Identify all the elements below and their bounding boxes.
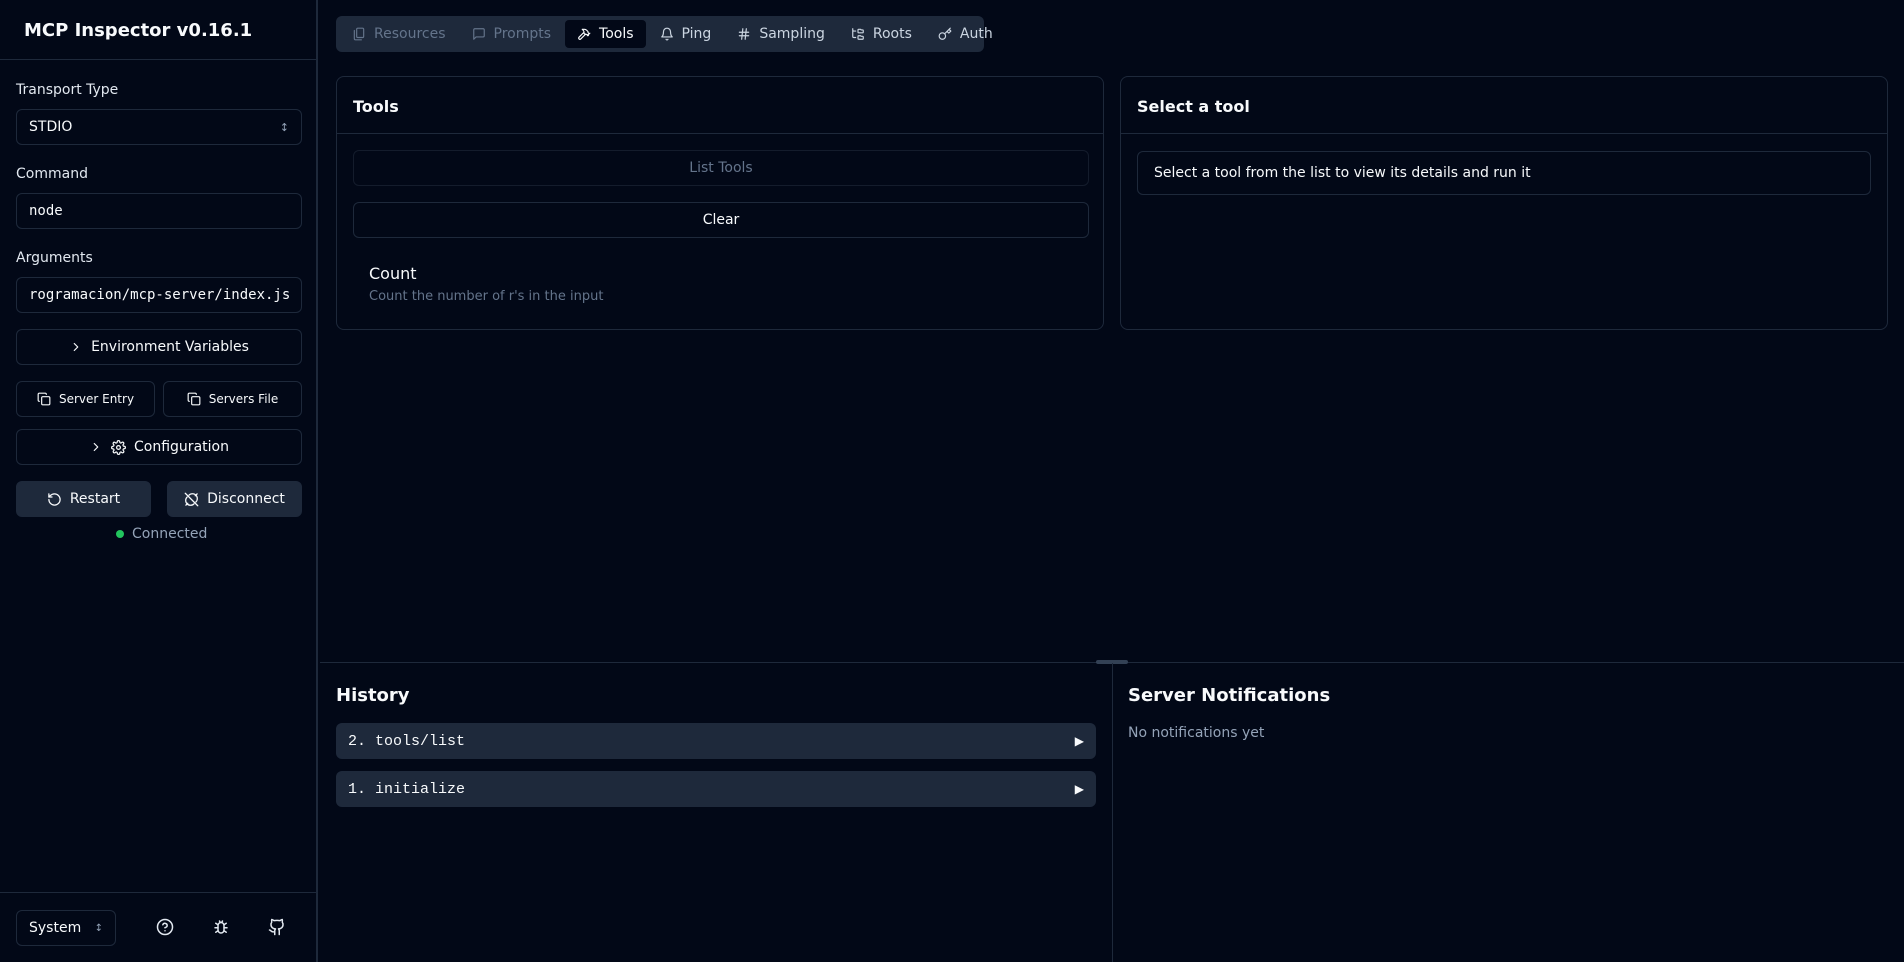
clear-button[interactable]: Clear <box>353 202 1089 238</box>
tools-panel-title: Tools <box>337 77 1103 134</box>
tab-auth[interactable]: Auth <box>926 20 1005 48</box>
transport-type-select[interactable]: STDIO ↕ <box>16 109 302 145</box>
restart-label: Restart <box>69 491 121 507</box>
tool-detail-title: Select a tool <box>1121 77 1887 134</box>
transport-type-label: Transport Type <box>16 82 119 98</box>
chevrons-up-down-icon: ↕ <box>279 120 289 134</box>
list-tools-button[interactable]: List Tools <box>353 150 1089 186</box>
hammer-icon <box>577 27 591 41</box>
servers-file-label: Servers File <box>208 392 279 406</box>
tool-name: Count <box>369 264 417 283</box>
tab-label: Roots <box>872 26 912 42</box>
tab-sampling[interactable]: Sampling <box>725 20 837 48</box>
bottom-panel: History 2. tools/list ▶ 1. initialize ▶ … <box>320 660 1904 962</box>
select-tool-message: Select a tool from the list to view its … <box>1137 151 1871 195</box>
environment-variables-label: Environment Variables <box>91 339 249 355</box>
tab-bar: Resources Prompts Tools Ping Sampling Ro… <box>336 16 993 52</box>
chevrons-up-down-icon: ↕ <box>94 922 103 934</box>
history-item[interactable]: 2. tools/list ▶ <box>336 723 1096 759</box>
theme-select[interactable]: System ↕ <box>16 910 116 946</box>
disconnect-label: Disconnect <box>207 491 285 507</box>
message-square-icon <box>472 27 486 41</box>
unplug-icon <box>184 492 199 507</box>
tab-label: Tools <box>599 26 634 42</box>
chevron-right-icon <box>69 340 83 354</box>
restart-button[interactable]: Restart <box>16 481 151 517</box>
connection-status: Connected <box>116 526 207 542</box>
status-dot-icon <box>116 530 124 538</box>
history-title: History <box>336 685 410 706</box>
configuration-label: Configuration <box>134 439 229 455</box>
gear-icon <box>111 439 126 455</box>
chevron-right-icon <box>89 440 103 454</box>
configuration-button[interactable]: Configuration <box>16 429 302 465</box>
tab-label: Sampling <box>759 26 825 42</box>
copy-icon <box>187 392 201 406</box>
no-notifications-text: No notifications yet <box>1128 725 1265 741</box>
sidebar-header: MCP Inspector v0.16.1 <box>0 0 316 60</box>
environment-variables-button[interactable]: Environment Variables <box>16 329 302 365</box>
hash-icon <box>737 27 751 41</box>
disconnect-button[interactable]: Disconnect <box>167 481 302 517</box>
tab-prompts[interactable]: Prompts <box>460 20 564 48</box>
history-item-label: 1. initialize <box>348 780 466 798</box>
sidebar: MCP Inspector v0.16.1 Transport Type STD… <box>0 0 318 962</box>
command-label: Command <box>16 166 88 182</box>
app-root: MCP Inspector v0.16.1 Transport Type STD… <box>0 0 1904 962</box>
arguments-input[interactable]: rogramacion/mcp-server/index.js <box>16 277 302 313</box>
bug-icon[interactable] <box>212 918 232 938</box>
tools-panel: Tools List Tools Clear Count Count the n… <box>336 76 1104 330</box>
help-circle-icon[interactable] <box>156 918 176 938</box>
server-notifications-title: Server Notifications <box>1128 685 1331 706</box>
tab-label: Auth <box>959 26 993 42</box>
server-entry-label: Server Entry <box>58 392 135 406</box>
tab-roots[interactable]: Roots <box>839 20 924 48</box>
tab-tools[interactable]: Tools <box>565 20 646 48</box>
servers-file-button[interactable]: Servers File <box>163 381 302 417</box>
tab-ping[interactable]: Ping <box>648 20 724 48</box>
copy-icon <box>37 392 51 406</box>
bell-icon <box>660 27 674 41</box>
bottom-divider <box>1112 663 1113 962</box>
tool-list-item[interactable]: Count Count the number of r's in the inp… <box>369 264 603 304</box>
tab-label: Ping <box>681 26 712 42</box>
tab-label: Resources <box>374 26 446 42</box>
history-item-label: 2. tools/list <box>348 732 466 750</box>
tab-resources[interactable]: Resources <box>340 20 458 48</box>
tool-description: Count the number of r's in the input <box>369 289 604 304</box>
status-text: Connected <box>132 526 208 542</box>
tab-label: Prompts <box>493 26 552 42</box>
command-input[interactable]: node <box>16 193 302 229</box>
rotate-ccw-icon <box>47 492 62 507</box>
sidebar-footer: System ↕ <box>0 892 316 962</box>
expand-arrow-icon[interactable]: ▶ <box>1075 734 1084 749</box>
theme-value: System <box>29 920 82 936</box>
files-icon <box>352 27 366 41</box>
transport-type-value: STDIO <box>29 119 73 135</box>
folder-tree-icon <box>851 27 865 41</box>
app-title: MCP Inspector v0.16.1 <box>24 20 253 41</box>
tool-detail-panel: Select a tool Select a tool from the lis… <box>1120 76 1888 330</box>
github-icon[interactable] <box>268 918 288 938</box>
server-entry-button[interactable]: Server Entry <box>16 381 155 417</box>
arguments-label: Arguments <box>16 250 93 266</box>
command-value: node <box>29 203 63 219</box>
key-icon <box>938 27 952 41</box>
arguments-value: rogramacion/mcp-server/index.js <box>29 287 291 303</box>
expand-arrow-icon[interactable]: ▶ <box>1075 782 1084 797</box>
history-item[interactable]: 1. initialize ▶ <box>336 771 1096 807</box>
